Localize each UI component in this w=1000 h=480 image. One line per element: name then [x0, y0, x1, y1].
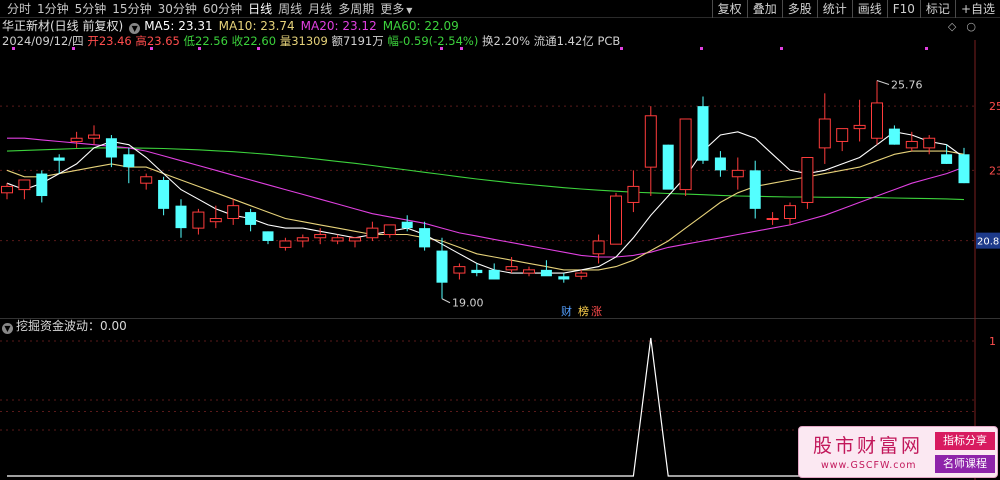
event-dot	[925, 47, 928, 50]
candle-body	[401, 221, 413, 229]
event-dot	[440, 47, 443, 50]
candle-body	[644, 115, 657, 168]
candle-body	[419, 228, 431, 248]
candle-body	[209, 217, 222, 223]
candle-body	[523, 269, 535, 274]
candle-body	[70, 137, 83, 142]
event-dot	[12, 47, 15, 50]
candle-body	[366, 227, 379, 239]
candle-body	[941, 154, 953, 164]
watermark-tag-share: 指标分享	[935, 432, 995, 450]
candle-body	[158, 179, 170, 209]
candle-body	[679, 118, 692, 191]
candle-body	[123, 154, 135, 168]
candle-body	[383, 224, 396, 236]
watermark-title: 股市财富网	[813, 435, 924, 457]
watermark-logo: 股市财富网 www.GSCFW.com 指标分享 名师课程	[798, 426, 998, 478]
candle-body	[505, 266, 518, 271]
ma10-line	[6, 150, 965, 271]
high-marker-label: 25.76	[891, 78, 923, 91]
candle-body	[296, 237, 309, 242]
kline-chart[interactable]: 25 23 20.81 25.76 19.00 财榜涨 1	[0, 0, 1000, 480]
event-dot	[198, 47, 201, 50]
candle-body	[958, 154, 970, 184]
candle-body	[610, 195, 622, 245]
candle-body	[349, 237, 361, 242]
candle-body	[662, 144, 674, 190]
candle-body	[697, 106, 709, 161]
candle-body	[245, 212, 257, 225]
candle-body	[471, 269, 483, 274]
candle-body	[18, 179, 31, 191]
limit-up-event-tag: 涨	[591, 305, 602, 318]
candle-body	[227, 205, 240, 219]
candle-body	[575, 272, 588, 277]
candle-body	[53, 157, 65, 161]
candle-body	[88, 134, 100, 139]
watermark-tag-course: 名师课程	[935, 455, 995, 473]
price-tick-label: 23	[989, 164, 1000, 177]
candle-body	[905, 140, 918, 149]
candle-body	[871, 102, 883, 139]
candle-body	[766, 217, 779, 220]
candle-body	[1, 185, 13, 194]
candle-body	[331, 237, 344, 242]
candle-body	[853, 124, 866, 130]
candle-body	[784, 205, 796, 219]
ma60-line	[6, 147, 965, 201]
event-dot	[150, 47, 153, 50]
candle-body	[279, 240, 292, 248]
lhb-event-tag: 榜	[578, 304, 589, 318]
candle-body	[888, 128, 900, 145]
price-tick-label: 25	[989, 100, 1000, 113]
event-dot	[780, 47, 783, 50]
low-marker-line	[441, 298, 451, 304]
candle-body	[749, 170, 761, 209]
candle-body	[262, 231, 274, 241]
finance-event-tag: 财	[561, 304, 572, 318]
candle-body	[923, 137, 936, 149]
ma5-line	[6, 131, 965, 274]
candle-body	[801, 157, 814, 203]
candle-body	[488, 269, 500, 280]
current-price-label: 20.81	[977, 237, 1000, 248]
candle-body	[558, 276, 570, 280]
candle-body	[105, 138, 117, 158]
candle-body	[714, 157, 726, 171]
event-dot	[257, 47, 260, 50]
candle-body	[192, 211, 205, 229]
event-dot	[700, 47, 703, 50]
indicator-tick-label: 1	[989, 335, 996, 348]
event-dot	[460, 47, 463, 50]
candle-body	[540, 269, 552, 277]
candle-body	[453, 266, 466, 274]
candle-body	[731, 169, 744, 178]
high-marker-line	[876, 79, 890, 85]
candle-body	[36, 173, 48, 197]
event-dot	[620, 47, 623, 50]
candle-body	[627, 185, 640, 203]
event-dot	[72, 47, 75, 50]
low-marker-label: 19.00	[452, 297, 484, 310]
candle-body	[175, 205, 187, 229]
candle-body	[436, 250, 448, 283]
candle-body	[836, 128, 849, 142]
candle-body	[818, 118, 831, 149]
candle-body	[314, 234, 327, 239]
watermark-url: www.GSCFW.com	[821, 460, 917, 471]
candle-body	[592, 240, 605, 255]
candle-body	[140, 176, 153, 184]
